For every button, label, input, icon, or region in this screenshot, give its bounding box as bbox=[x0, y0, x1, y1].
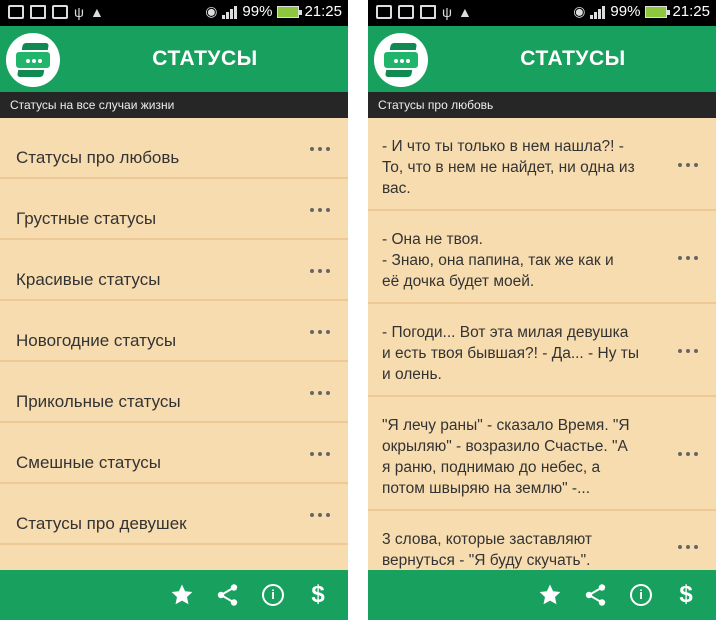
status-text: 3 слова, которые заставляют вернуться - … bbox=[382, 531, 592, 569]
more-options-icon[interactable] bbox=[678, 349, 698, 353]
more-options-icon[interactable] bbox=[310, 147, 330, 151]
more-options-icon[interactable] bbox=[678, 545, 698, 549]
system-status-bar: ψ ▲ ◉ 99% 21:25 bbox=[368, 0, 716, 26]
status-item[interactable]: - Она не твоя. - Знаю, она папина, так ж… bbox=[368, 211, 716, 304]
notification-image-icon bbox=[8, 5, 24, 19]
usb-icon: ψ bbox=[74, 4, 84, 20]
more-options-icon[interactable] bbox=[310, 513, 330, 517]
notification-image-icon bbox=[376, 5, 392, 19]
section-subtitle: Статусы про любовь bbox=[368, 92, 716, 118]
section-subtitle: Статусы на все случаи жизни bbox=[0, 92, 348, 118]
category-item[interactable]: Статусы про девушек bbox=[0, 484, 348, 545]
status-text: "Я лечу раны" - сказало Время. "Я окрыля… bbox=[382, 417, 630, 497]
android-icon: ▲ bbox=[89, 4, 104, 20]
app-title: СТАТУСЫ bbox=[520, 47, 626, 70]
more-options-icon[interactable] bbox=[310, 391, 330, 395]
status-text: - Погоди... Вот эта милая девушка и есть… bbox=[382, 324, 639, 383]
wifi-icon: ◉ bbox=[205, 3, 218, 19]
category-label: Статусы про девушек bbox=[16, 514, 187, 533]
more-options-icon[interactable] bbox=[310, 452, 330, 456]
battery-percent: 99% bbox=[610, 3, 641, 20]
app-title: СТАТУСЫ bbox=[152, 47, 258, 70]
phone-screen-statuses: ψ ▲ ◉ 99% 21:25 СТАТУСЫ Статусы про любо… bbox=[368, 0, 716, 620]
android-icon: ▲ bbox=[457, 4, 472, 20]
status-item[interactable]: - Погоди... Вот эта милая девушка и есть… bbox=[368, 304, 716, 397]
battery-percent: 99% bbox=[242, 3, 273, 20]
status-item[interactable]: 3 слова, которые заставляют вернуться - … bbox=[368, 511, 716, 570]
category-item[interactable]: Прикольные статусы bbox=[0, 362, 348, 423]
more-options-icon[interactable] bbox=[678, 163, 698, 167]
more-options-icon[interactable] bbox=[310, 269, 330, 273]
phone-screen-categories: ψ ▲ ◉ 99% 21:25 СТАТУСЫ Статусы на все с… bbox=[0, 0, 348, 620]
signal-icon bbox=[222, 5, 238, 19]
notification-image-icon bbox=[398, 5, 414, 19]
battery-icon bbox=[277, 5, 303, 18]
clock: 21:25 bbox=[304, 3, 342, 20]
status-text: - Она не твоя. - Знаю, она папина, так ж… bbox=[382, 231, 614, 290]
category-item[interactable]: Статусы про любовь bbox=[0, 118, 348, 179]
category-item[interactable]: Красивые статусы bbox=[0, 240, 348, 301]
star-icon[interactable] bbox=[538, 583, 562, 607]
battery-icon bbox=[645, 5, 671, 18]
signal-icon bbox=[590, 5, 606, 19]
category-item[interactable]: Новогодние статусы bbox=[0, 301, 348, 362]
wifi-icon: ◉ bbox=[573, 3, 586, 19]
more-options-icon[interactable] bbox=[678, 452, 698, 456]
star-icon[interactable] bbox=[170, 583, 194, 607]
more-options-icon[interactable] bbox=[310, 208, 330, 212]
share-icon[interactable] bbox=[584, 583, 608, 607]
info-icon[interactable]: i bbox=[629, 583, 653, 607]
status-item[interactable]: - И что ты только в нем нашла?! - То, чт… bbox=[368, 118, 716, 211]
notification-mail-icon bbox=[30, 5, 46, 19]
usb-icon: ψ bbox=[442, 4, 452, 20]
app-bar: СТАТУСЫ bbox=[368, 26, 716, 92]
dollar-icon[interactable]: $ bbox=[306, 583, 330, 607]
notification-image-icon bbox=[52, 5, 68, 19]
status-text: - И что ты только в нем нашла?! - То, чт… bbox=[382, 138, 635, 197]
status-item[interactable]: "Я лечу раны" - сказало Время. "Я окрыля… bbox=[368, 397, 716, 511]
app-bar: СТАТУСЫ bbox=[0, 26, 348, 92]
clock: 21:25 bbox=[672, 3, 710, 20]
info-icon[interactable]: i bbox=[261, 583, 285, 607]
category-item[interactable]: Смешные статусы bbox=[0, 423, 348, 484]
status-list[interactable]: - И что ты только в нем нашла?! - То, чт… bbox=[368, 118, 716, 570]
category-item[interactable]: Грустные статусы bbox=[0, 179, 348, 240]
system-status-bar: ψ ▲ ◉ 99% 21:25 bbox=[0, 0, 348, 26]
category-list[interactable]: Статусы про любовь Грустные статусы Красив… bbox=[0, 118, 348, 570]
share-icon[interactable] bbox=[216, 583, 240, 607]
more-options-icon[interactable] bbox=[678, 256, 698, 260]
dollar-icon[interactable]: $ bbox=[674, 583, 698, 607]
notification-mail-icon bbox=[420, 5, 436, 19]
bottom-toolbar: i $ bbox=[368, 570, 716, 620]
bottom-toolbar: i $ bbox=[0, 570, 348, 620]
more-options-icon[interactable] bbox=[310, 330, 330, 334]
